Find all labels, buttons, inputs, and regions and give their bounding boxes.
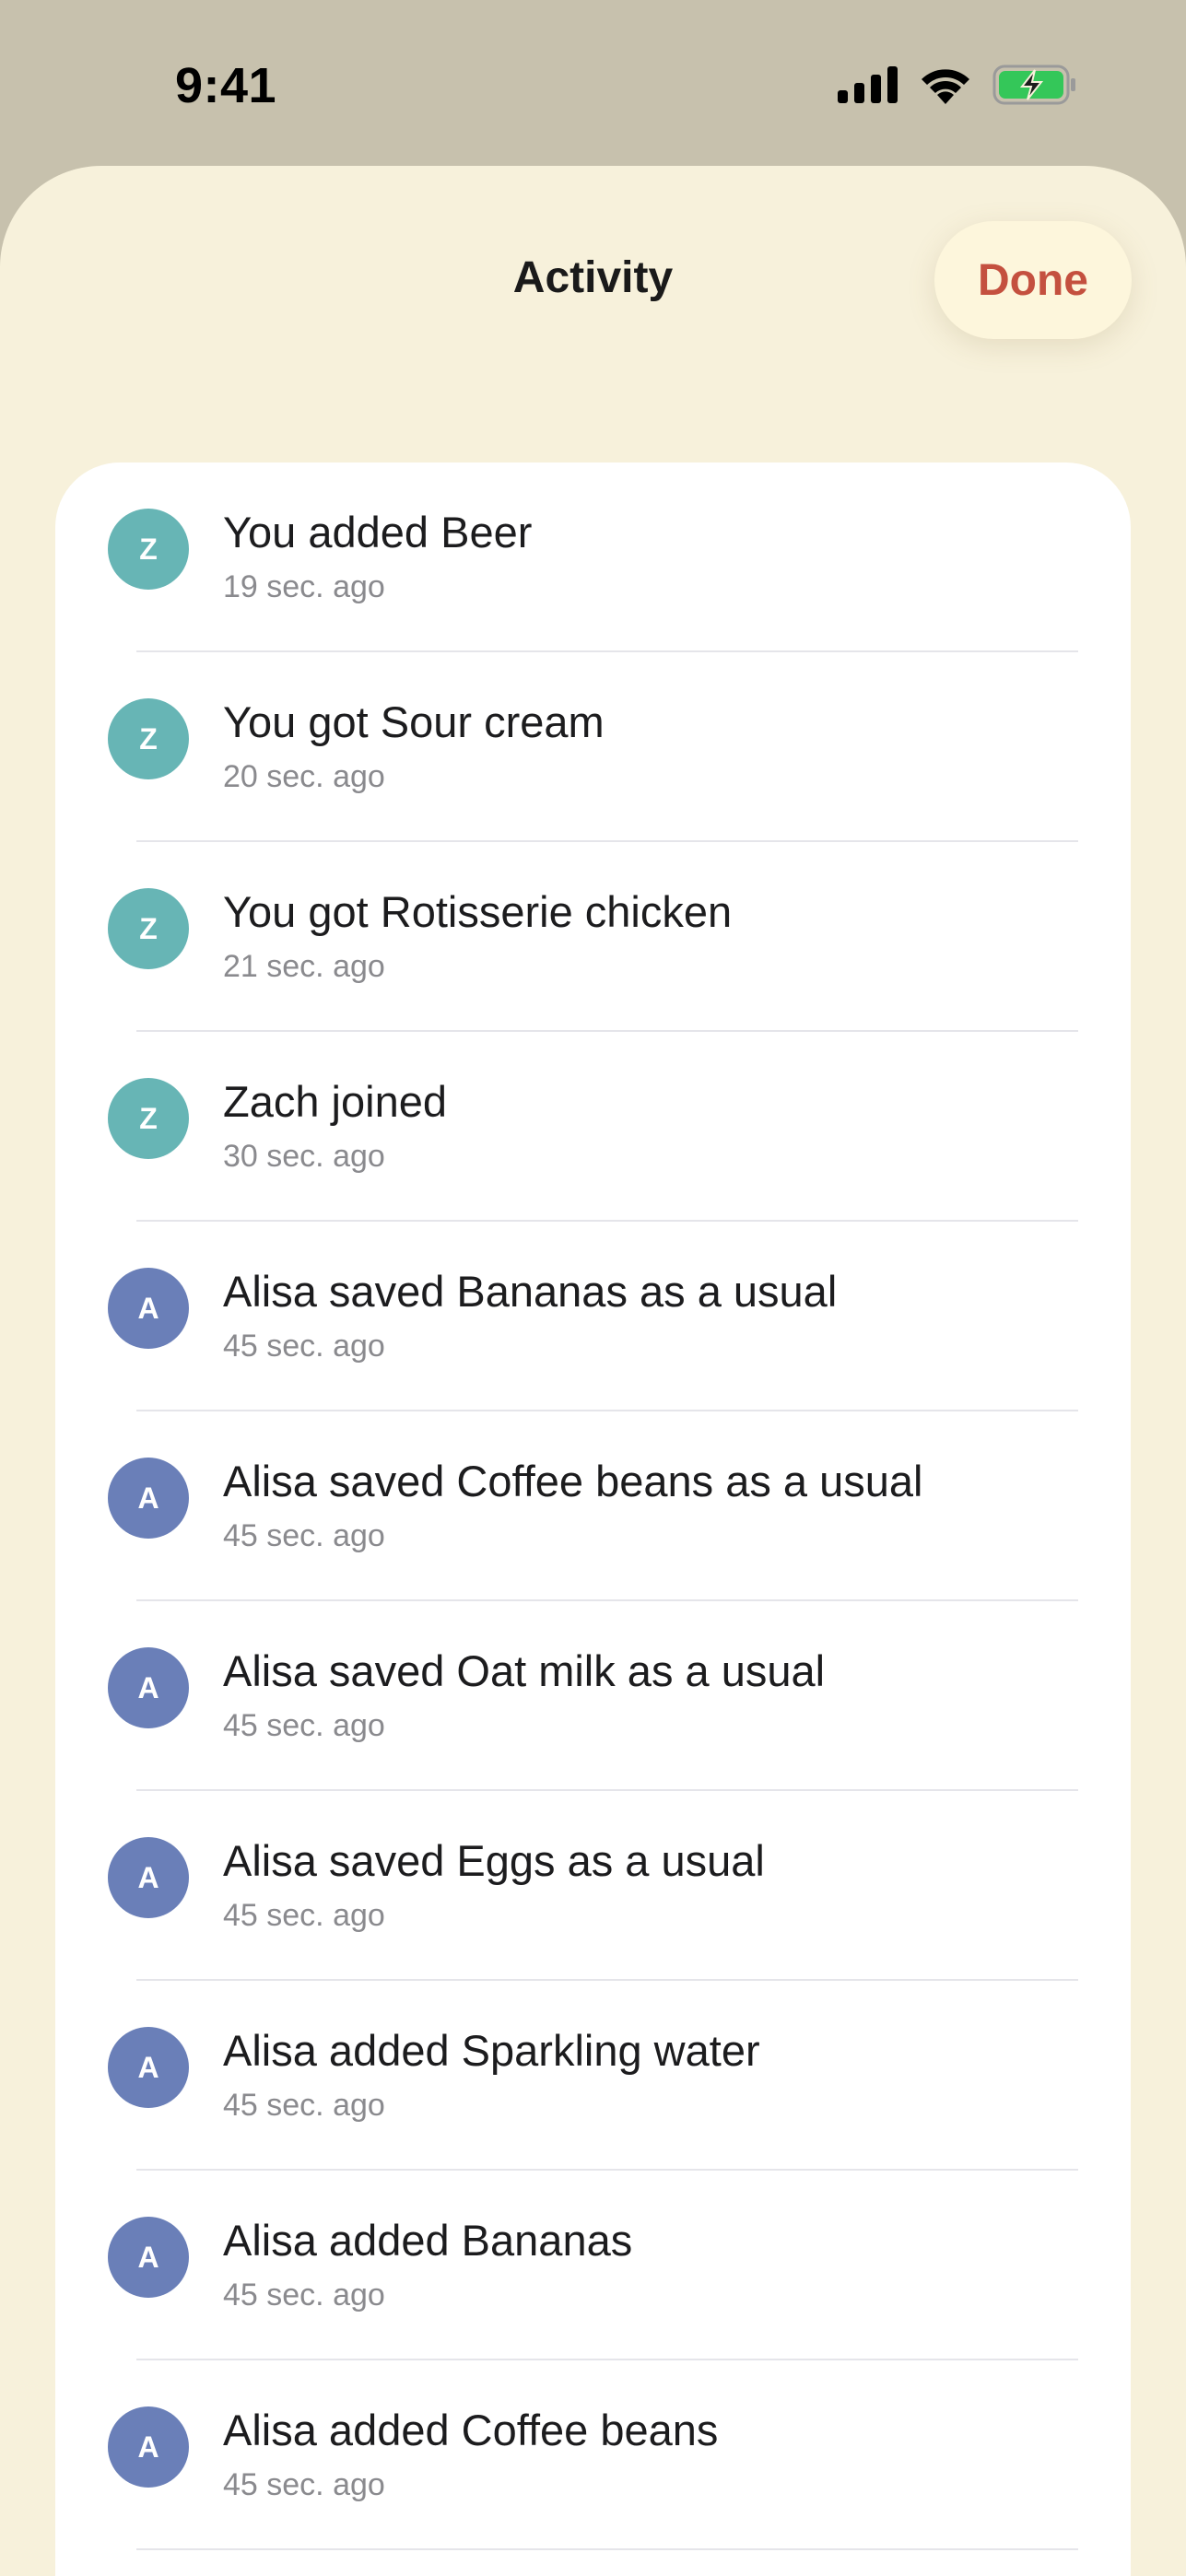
activity-timestamp: 45 sec. ago bbox=[223, 1329, 385, 1364]
avatar: A bbox=[108, 1268, 189, 1349]
avatar: A bbox=[108, 1647, 189, 1728]
avatar: A bbox=[108, 1458, 189, 1539]
avatar: A bbox=[108, 1837, 189, 1918]
activity-timestamp: 45 sec. ago bbox=[223, 2088, 385, 2123]
activity-row[interactable]: Z Zach joined 30 sec. ago bbox=[55, 1032, 1131, 1222]
activity-row[interactable]: A Alisa added Bananas 45 sec. ago bbox=[55, 2171, 1131, 2360]
activity-timestamp: 45 sec. ago bbox=[223, 2467, 385, 2502]
activity-sheet: Activity Done Z You added Beer 19 sec. ago… bbox=[0, 166, 1186, 2576]
activity-row[interactable]: A Alisa added Coffee beans 45 sec. ago bbox=[55, 2360, 1131, 2550]
battery-charging-icon bbox=[992, 64, 1075, 105]
activity-row[interactable]: A Alisa saved Oat milk as a usual 45 sec. … bbox=[55, 1601, 1131, 1791]
activity-timestamp: 30 sec. ago bbox=[223, 1139, 385, 1174]
activity-text: Alisa added Sparkling water bbox=[223, 2026, 760, 2075]
avatar: Z bbox=[108, 888, 189, 969]
status-icons bbox=[838, 64, 1077, 105]
activity-timestamp: 45 sec. ago bbox=[223, 1898, 385, 1933]
activity-text: You got Sour cream bbox=[223, 697, 605, 746]
activity-timestamp: 45 sec. ago bbox=[223, 2277, 385, 2313]
activity-timestamp: 20 sec. ago bbox=[223, 759, 385, 794]
activity-text: You got Rotisserie chicken bbox=[223, 887, 733, 936]
activity-text: Alisa saved Eggs as a usual bbox=[223, 1836, 765, 1885]
activity-timestamp: 21 sec. ago bbox=[223, 949, 385, 984]
activity-timestamp: 19 sec. ago bbox=[223, 569, 385, 604]
status-time: 9:41 bbox=[175, 58, 277, 113]
activity-text: Zach joined bbox=[223, 1077, 447, 1126]
activity-text: You added Beer bbox=[223, 508, 533, 556]
activity-row[interactable]: Z You got Rotisserie chicken 21 sec. ago bbox=[55, 842, 1131, 1032]
activity-timestamp: 45 sec. ago bbox=[223, 1708, 385, 1743]
activity-row[interactable]: A Alisa saved Bananas as a usual 45 sec. a… bbox=[55, 1222, 1131, 1411]
avatar: Z bbox=[108, 1078, 189, 1159]
cellular-signal-icon bbox=[838, 66, 898, 103]
row-divider bbox=[136, 2548, 1078, 2550]
activity-card: Z You added Beer 19 sec. ago Z You got Sour … bbox=[55, 463, 1131, 2576]
activity-text: Alisa saved Oat milk as a usual bbox=[223, 1646, 826, 1695]
done-button[interactable]: Done bbox=[934, 221, 1132, 339]
activity-text: Alisa added Coffee beans bbox=[223, 2406, 719, 2454]
avatar: A bbox=[108, 2027, 189, 2108]
activity-timestamp: 45 sec. ago bbox=[223, 1518, 385, 1553]
activity-list: Z You added Beer 19 sec. ago Z You got Sour … bbox=[55, 463, 1131, 2550]
activity-text: Alisa saved Coffee beans as a usual bbox=[223, 1457, 923, 1505]
activity-text: Alisa saved Bananas as a usual bbox=[223, 1267, 838, 1316]
activity-row[interactable]: Z You added Beer 19 sec. ago bbox=[55, 463, 1131, 652]
activity-row[interactable]: A Alisa saved Eggs as a usual 45 sec. ago bbox=[55, 1791, 1131, 1981]
avatar: Z bbox=[108, 698, 189, 779]
activity-row[interactable]: Z You got Sour cream 20 sec. ago bbox=[55, 652, 1131, 842]
activity-text: Alisa added Bananas bbox=[223, 2216, 633, 2265]
activity-row[interactable]: A Alisa added Sparkling water 45 sec. ago bbox=[55, 1981, 1131, 2171]
activity-row[interactable]: A Alisa saved Coffee beans as a usual 45 s… bbox=[55, 1411, 1131, 1601]
avatar: A bbox=[108, 2406, 189, 2488]
status-bar: 9:41 bbox=[0, 0, 1186, 166]
wifi-icon bbox=[922, 69, 969, 104]
avatar: Z bbox=[108, 509, 189, 590]
avatar: A bbox=[108, 2217, 189, 2298]
